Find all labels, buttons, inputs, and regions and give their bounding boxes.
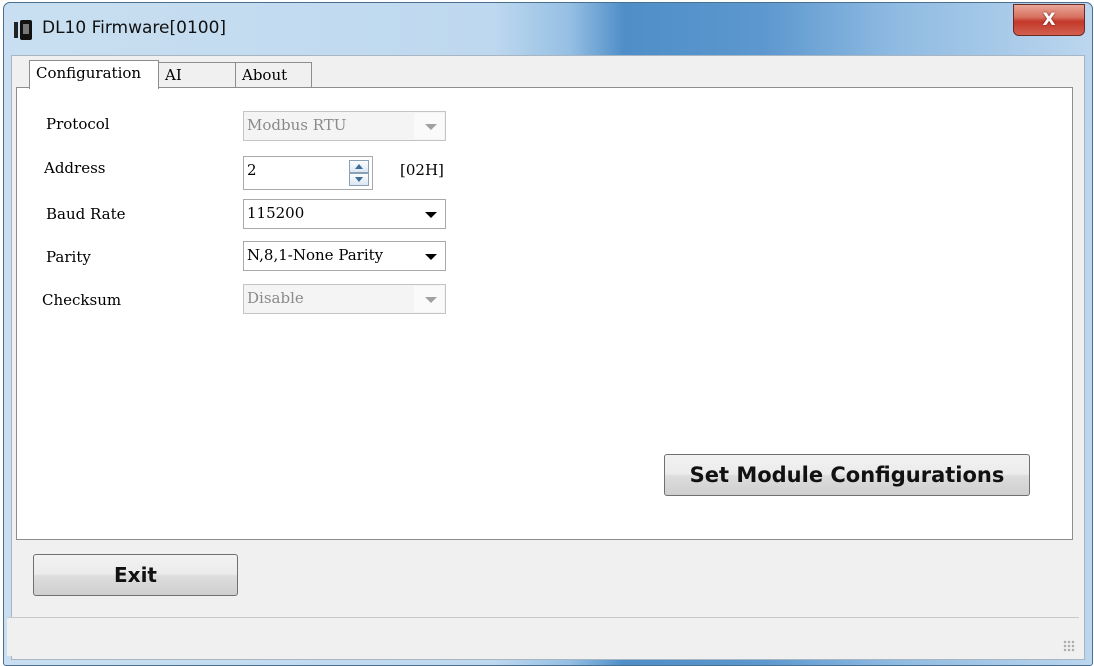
chevron-down-icon bbox=[425, 297, 437, 303]
baud-rate-select[interactable]: 115200 bbox=[243, 199, 446, 229]
app-icon bbox=[14, 20, 34, 40]
protocol-select: Modbus RTU bbox=[243, 111, 446, 141]
protocol-label: Protocol bbox=[46, 115, 110, 133]
baud-rate-label: Baud Rate bbox=[46, 205, 126, 223]
resize-grip-icon[interactable] bbox=[1063, 640, 1075, 652]
window-title: DL10 Firmware[0100] bbox=[42, 18, 227, 38]
baud-rate-value: 115200 bbox=[247, 204, 305, 222]
checksum-select: Disable bbox=[243, 284, 446, 314]
title-bar[interactable]: DL10 Firmware[0100] X bbox=[4, 3, 1092, 53]
status-bar bbox=[7, 617, 1079, 656]
checksum-value: Disable bbox=[247, 289, 304, 307]
close-button[interactable]: X bbox=[1013, 4, 1085, 36]
chevron-down-icon bbox=[425, 212, 437, 218]
checksum-label: Checksum bbox=[42, 291, 122, 309]
exit-button[interactable]: Exit bbox=[33, 554, 238, 596]
tab-configuration[interactable]: Configuration bbox=[29, 60, 159, 89]
chevron-down-icon bbox=[425, 124, 437, 130]
address-label: Address bbox=[44, 159, 106, 177]
parity-value: N,8,1-None Parity bbox=[247, 246, 384, 264]
tab-ai[interactable]: AI bbox=[158, 62, 236, 88]
parity-label: Parity bbox=[46, 248, 91, 266]
set-module-configurations-button[interactable]: Set Module Configurations bbox=[664, 454, 1030, 496]
address-hex: [02H] bbox=[400, 161, 444, 179]
spin-down-icon[interactable] bbox=[349, 173, 369, 186]
address-value[interactable]: 2 bbox=[247, 161, 257, 179]
tab-about[interactable]: About bbox=[235, 62, 312, 88]
spin-up-icon[interactable] bbox=[349, 160, 369, 173]
close-icon: X bbox=[1042, 10, 1056, 30]
chevron-down-icon bbox=[425, 254, 437, 260]
protocol-value: Modbus RTU bbox=[247, 116, 347, 134]
parity-select[interactable]: N,8,1-None Parity bbox=[243, 241, 446, 271]
address-stepper[interactable]: 2 bbox=[243, 156, 373, 190]
